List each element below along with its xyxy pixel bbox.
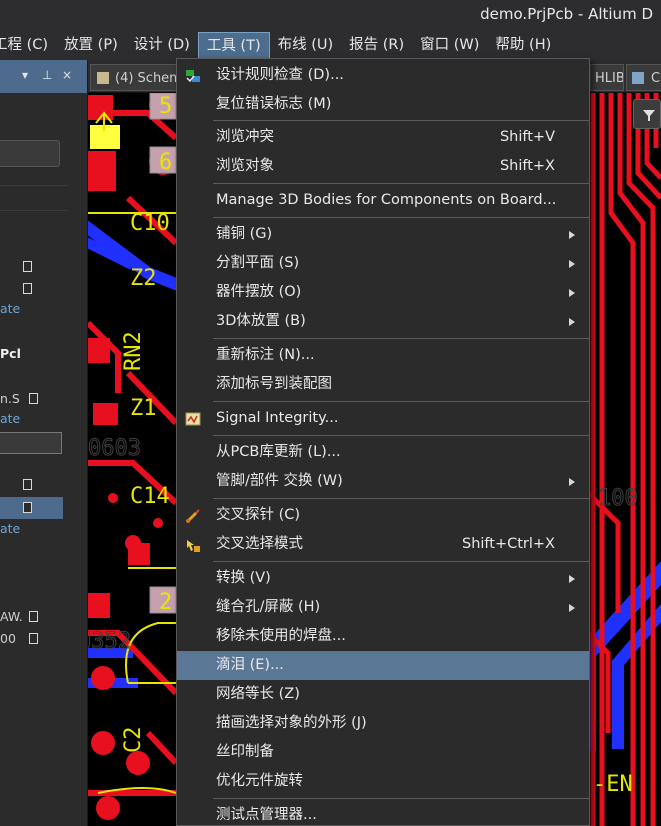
menu-project[interactable]: 工程 (C) [0,32,56,59]
menu-tools[interactable]: 工具 (T) [197,31,270,59]
document-icon [29,393,38,404]
signal-integrity-icon [185,412,201,426]
menu-item-add-designators[interactable]: 添加标号到装配图 [177,370,589,399]
ghost-u352: U352 [88,629,131,654]
menu-reports[interactable]: 报告 (R) [341,32,412,59]
menu-item-signal-integrity[interactable]: Signal Integrity... [177,404,589,433]
schematic-icon [97,72,109,84]
silk-c2: C2 [121,727,146,754]
document-icon [23,283,32,294]
submenu-arrow-icon [569,318,575,326]
menu-item-split-planes[interactable]: 分割平面 (S) [177,249,589,278]
window-title: demo.PrjPcb - Altium D [480,5,653,23]
menu-item-testpoint-manager[interactable]: 测试点管理器... [177,801,589,825]
document-icon [29,611,38,622]
cross-select-icon [187,540,200,552]
pad-label-6: 6 [159,150,172,175]
submenu-arrow-icon [569,575,575,583]
title-bar: demo.PrjPcb - Altium D [0,0,661,30]
silk-z1: Z1 [130,396,157,421]
silk-rn2: RN2 [121,331,146,371]
menu-item-browse-objects[interactable]: 浏览对象 Shift+X [177,152,589,181]
panel-search-input[interactable] [0,140,60,167]
list-item[interactable]: 00 [0,628,87,650]
menu-place[interactable]: 放置 (P) [56,32,126,59]
silk-c10: C10 [130,211,170,236]
submenu-arrow-icon [569,231,575,239]
document-icon [23,502,32,513]
tab-schematic[interactable]: (4) Schema [90,64,182,91]
list-item[interactable]: n.S [0,388,87,410]
menu-item-convert[interactable]: 转换 (V) [177,564,589,593]
document-icon [23,261,32,272]
menu-item-cross-probe[interactable]: 交叉探针 (C) [177,501,589,530]
panel-dropdown-icon[interactable]: ▾ [22,68,28,82]
menu-item-reset-errors[interactable]: 复位错误标志 (M) [177,90,589,119]
menu-item-polygon-pours[interactable]: 铺铜 (G) [177,220,589,249]
menu-item-component-placement[interactable]: 器件摆放 (O) [177,278,589,307]
panel-close-icon[interactable]: × [62,68,72,82]
menu-item-update-from-pcb-library[interactable]: 从PCB库更新 (L)... [177,438,589,467]
menu-item-browse-violations[interactable]: 浏览冲突 Shift+V [177,123,589,152]
panel-input[interactable] [0,432,62,454]
project-item[interactable]: Pcl [0,343,87,365]
panel-header: ▾ ⊥ × [0,60,87,93]
silk-en: -EN [593,772,633,797]
list-item[interactable] [0,474,87,496]
menu-item-via-stitching-shielding[interactable]: 缝合孔/屏蔽 (H) [177,593,589,622]
list-item[interactable] [0,278,87,300]
document-icon [29,633,38,644]
submenu-arrow-icon [569,478,575,486]
silk-z2: Z2 [130,266,157,291]
menu-item-outline-selected-objects[interactable]: 描画选择对象的外形 (J) [177,709,589,738]
pad-label-2: 2 [159,590,172,615]
tools-dropdown-menu: 设计规则检查 (D)... 复位错误标志 (M) 浏览冲突 Shift+V 浏览… [176,58,590,826]
list-item[interactable]: AW. [0,606,87,628]
ghost-100: 100 [598,486,638,511]
menu-item-re-annotate[interactable]: 重新标注 (N)... [177,341,589,370]
menu-item-remove-unused-pads[interactable]: 移除未使用的焊盘... [177,622,589,651]
menu-item-silkscreen-preparation[interactable]: 丝印制备 [177,738,589,767]
document-icon [23,479,32,490]
drc-check-icon [186,70,200,83]
silk-c14: C14 [130,484,170,509]
list-item[interactable] [0,256,87,278]
menu-bar: 工程 (C) 放置 (P) 设计 (D) 工具 (T) 布线 (U) 报告 (R… [0,30,661,60]
tab-hlib[interactable]: HLIB [590,64,624,91]
menu-item-optimize-component-rotation[interactable]: 优化元件旋转 [177,767,589,796]
list-item-link[interactable]: ate [0,518,87,540]
filter-button[interactable] [633,99,661,129]
ghost-0603: 0603 [88,436,141,461]
menu-item-teardrops[interactable]: 滴泪 (E)... [177,651,589,680]
cross-probe-icon [186,509,200,523]
menu-item-manage-3d-bodies[interactable]: Manage 3D Bodies for Components on Board… [177,186,589,215]
menu-item-3d-body-placement[interactable]: 3D体放置 (B) [177,307,589,336]
pad-label-5: 5 [159,94,172,119]
menu-item-equalize-net-lengths[interactable]: 网络等长 (Z) [177,680,589,709]
menu-route[interactable]: 布线 (U) [270,32,342,59]
list-item-selected[interactable] [0,497,63,519]
menu-item-drc[interactable]: 设计规则检查 (D)... [177,61,589,90]
submenu-arrow-icon [569,289,575,297]
menu-help[interactable]: 帮助 (H) [487,32,559,59]
tab-cc[interactable]: CC [626,64,661,91]
red-traces-right [586,93,661,826]
menu-design[interactable]: 设计 (D) [126,32,198,59]
list-item-link[interactable]: ate [0,298,87,320]
menu-item-pin-part-swap[interactable]: 管脚/部件 交换 (W) [177,467,589,496]
menu-window[interactable]: 窗口 (W) [412,32,487,59]
list-item-link[interactable]: ate [0,408,87,430]
submenu-arrow-icon [569,260,575,268]
submenu-arrow-icon [569,604,575,612]
panel-pin-icon[interactable]: ⊥ [42,68,52,82]
component-icon [632,72,644,84]
projects-panel: ▾ ⊥ × ate Pcl n.S ate ate AW. 00 [0,60,88,826]
menu-item-cross-select-mode[interactable]: 交叉选择模式 Shift+Ctrl+X [177,530,589,559]
filter-icon [643,110,655,121]
